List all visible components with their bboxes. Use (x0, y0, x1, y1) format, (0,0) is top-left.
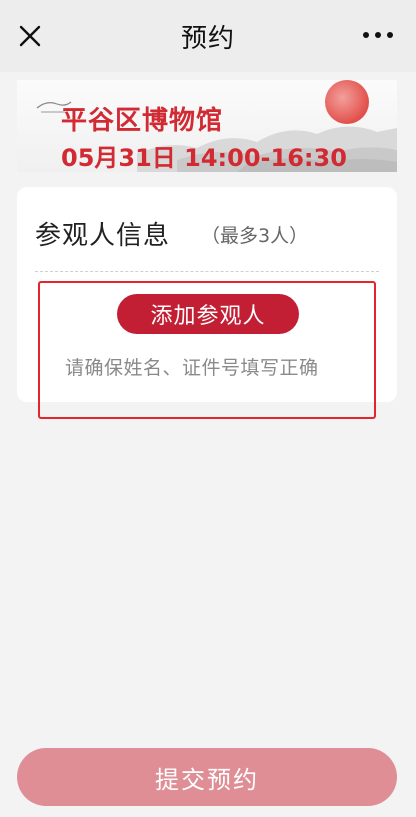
max-visitors-note: （最多3人） (201, 225, 309, 247)
highlight-box (38, 281, 376, 419)
top-navigation-bar: 预约 (0, 0, 416, 72)
more-button[interactable] (358, 20, 398, 50)
event-banner: 平谷区博物馆 05月31日 14:00-16:30 (17, 80, 397, 172)
close-button[interactable] (12, 18, 48, 54)
more-icon (360, 32, 396, 38)
page-title: 预约 (180, 23, 235, 54)
visitor-info-heading: 参观人信息 (35, 221, 171, 251)
close-icon (19, 25, 41, 47)
museum-name: 平谷区博物馆 (61, 106, 224, 136)
submit-reservation-button[interactable]: 提交预约 (17, 748, 397, 806)
visit-date-time: 05月31日 14:00-16:30 (61, 144, 347, 172)
dashed-divider (35, 271, 379, 272)
